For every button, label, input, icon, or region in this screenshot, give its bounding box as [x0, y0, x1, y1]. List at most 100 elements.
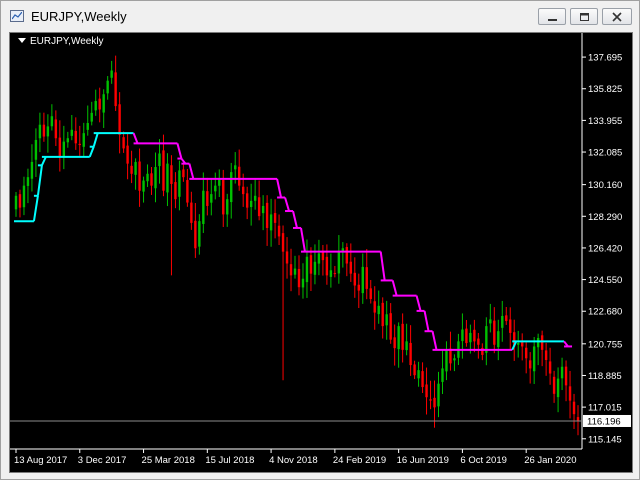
candle-body: [313, 261, 317, 275]
trailing-stop-line: [32, 195, 39, 222]
candle-body: [150, 173, 153, 186]
candle-body: [425, 384, 428, 398]
candle-body: [178, 170, 181, 197]
close-button[interactable]: [602, 8, 632, 25]
candle-body: [345, 247, 349, 264]
candle-body: [333, 273, 337, 275]
candle-body: [365, 267, 368, 289]
maximize-icon: [580, 13, 589, 21]
candle-body: [281, 233, 285, 252]
candle-body: [373, 301, 376, 313]
candle-body: [30, 161, 34, 179]
trailing-stop-line: [132, 132, 139, 144]
candle-body: [381, 302, 384, 327]
time-tick-label: 25 Mar 2018: [142, 455, 195, 466]
candle-body: [38, 124, 42, 139]
candle-body: [50, 116, 54, 127]
chart-symbol-text: EURJPY,Weekly: [30, 36, 104, 47]
candle-body: [544, 350, 548, 360]
price-tick-label: 118.885: [588, 371, 622, 382]
candle-body: [317, 253, 321, 264]
candle-body: [78, 143, 81, 146]
candle-body: [369, 288, 372, 300]
candle-body: [536, 337, 540, 348]
candle-body: [142, 180, 145, 192]
candle-body: [249, 200, 253, 208]
candle-body: [134, 161, 137, 175]
candle-body: [285, 251, 289, 264]
candle-body: [222, 179, 225, 215]
trailing-stop-line: [176, 143, 183, 159]
candle-body: [182, 169, 185, 178]
price-tick-label: 128.290: [588, 212, 622, 223]
price-chart[interactable]: 137.695 135.825 133.955 132.085 130.160 128.2…: [9, 32, 633, 473]
candle-body: [166, 163, 169, 193]
candle-body: [349, 261, 353, 274]
trailing-stop-line: [292, 210, 298, 229]
chart-symbol-label[interactable]: EURJPY,Weekly: [18, 36, 104, 47]
candle-body: [305, 256, 309, 283]
candle-body: [226, 199, 229, 215]
candle-body: [230, 172, 233, 203]
price-tick-label: 120.755: [588, 339, 622, 350]
price-tick-label: 117.015: [588, 403, 622, 414]
candlestick-chart[interactable]: 137.695 135.825 133.955 132.085 130.160 128.2…: [10, 33, 632, 472]
candle-body: [118, 104, 121, 135]
trailing-stop-line: [276, 178, 283, 198]
candle-body: [245, 193, 249, 208]
chart-window-icon: [10, 10, 24, 22]
minimize-button[interactable]: [538, 8, 566, 25]
terminal-chart-window: EURJPY,Weekly 137.695 135.825 133.955 132.0…: [0, 0, 640, 480]
candle-body: [325, 256, 329, 276]
candle-body: [238, 166, 241, 186]
candle-body: [146, 173, 149, 182]
price-tick-label: 115.145: [588, 434, 622, 445]
trailing-stop-line: [415, 295, 422, 312]
maximize-button[interactable]: [570, 8, 598, 25]
candle-body: [186, 180, 189, 203]
minimize-icon: [548, 19, 557, 21]
candle-body: [385, 314, 388, 326]
candle-body: [556, 378, 560, 398]
candle-body: [413, 364, 416, 376]
trailing-stop-line: [299, 227, 306, 252]
candle-body: [130, 165, 133, 174]
candle-body: [337, 251, 341, 274]
candle-body: [158, 153, 161, 167]
candle-body: [528, 360, 532, 369]
candle-body: [297, 268, 301, 288]
price-tick-label: 137.695: [588, 53, 622, 64]
candle-body: [433, 397, 436, 408]
candle-body: [524, 347, 528, 359]
trailing-stop-line: [284, 197, 290, 212]
time-tick-label: 13 Aug 2017: [14, 455, 67, 466]
title-bar[interactable]: EURJPY,Weekly: [1, 1, 639, 31]
candle-body: [568, 386, 572, 401]
close-icon: [612, 12, 622, 22]
current-price-label: 116.196: [587, 416, 621, 427]
candle-body: [469, 332, 472, 343]
candle-body: [74, 130, 77, 144]
candle-body: [198, 221, 201, 247]
candle-body: [397, 326, 400, 350]
candle-body: [473, 329, 476, 342]
candle-body: [114, 72, 117, 107]
candle-body: [42, 124, 46, 137]
time-tick-label: 26 Jan 2020: [524, 455, 576, 466]
candle-body: [532, 346, 536, 372]
candle-body: [329, 270, 333, 277]
candle-body: [548, 361, 552, 374]
candle-body: [485, 326, 488, 353]
window-title: EURJPY,Weekly: [31, 9, 127, 24]
trailing-stop-line: [92, 132, 99, 147]
candle-body: [293, 268, 297, 275]
candle-body: [18, 194, 22, 208]
candle-body: [26, 177, 30, 186]
candle-body: [62, 141, 66, 157]
time-tick-label: 15 Jul 2018: [205, 455, 254, 466]
price-tick-label: 135.825: [588, 84, 622, 95]
candle-body: [253, 195, 257, 201]
candle-body: [509, 319, 512, 333]
candle-body: [517, 343, 520, 345]
candle-body: [126, 145, 129, 164]
